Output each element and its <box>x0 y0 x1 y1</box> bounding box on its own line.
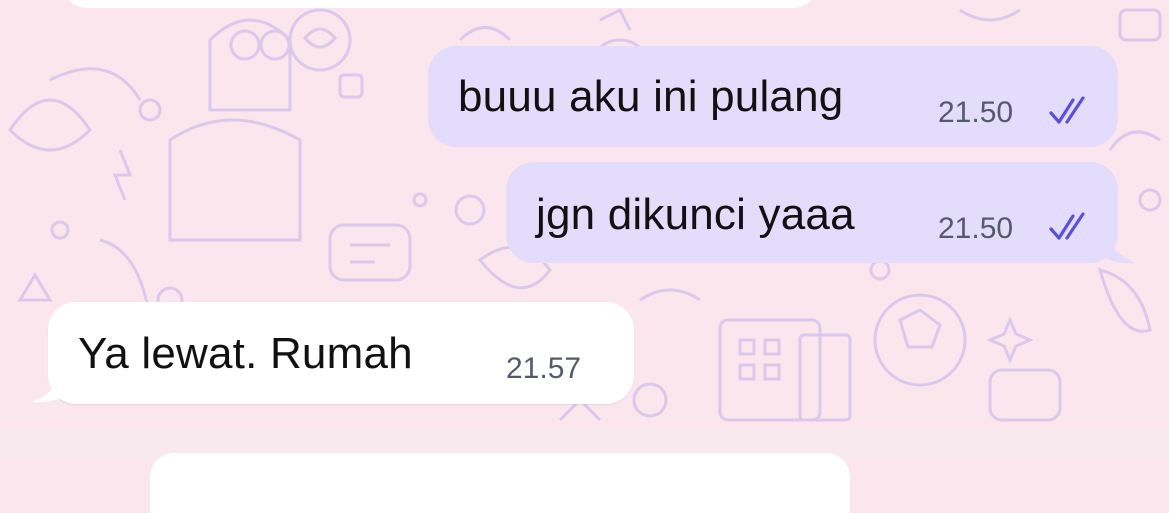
message-timestamp: 21.57 <box>506 352 582 385</box>
message-text: buuu aku ini pulang <box>458 72 844 121</box>
double-check-read-icon <box>1049 212 1085 240</box>
incoming-message-bubble[interactable]: Ya lewat. Rumah 21.57 <box>48 302 634 404</box>
message-timestamp: 21.50 <box>938 96 1014 129</box>
outgoing-bubble-tail <box>1100 225 1136 264</box>
message-timestamp: 21.50 <box>938 212 1014 245</box>
outgoing-message-bubble[interactable]: jgn dikunci yaaa 21.50 <box>506 162 1118 263</box>
outgoing-message-bubble[interactable]: buuu aku ini pulang 21.50 <box>428 46 1118 147</box>
previous-message-bubble-edge <box>60 0 820 8</box>
message-text: jgn dikunci yaaa <box>536 190 855 239</box>
message-text: Ya lewat. Rumah <box>78 329 413 378</box>
next-element-edge <box>150 453 850 513</box>
incoming-bubble-tail <box>32 364 68 403</box>
double-check-read-icon <box>1049 96 1085 124</box>
